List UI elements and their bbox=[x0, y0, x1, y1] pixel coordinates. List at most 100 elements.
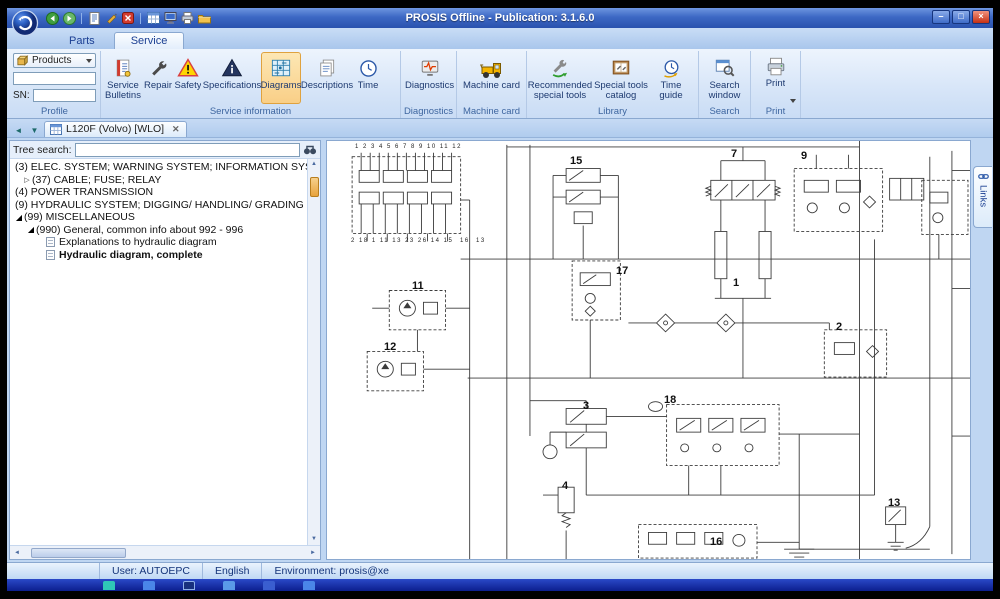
tree-items: (3) ELEC. SYSTEM; WARNING SYSTEM; INFORM… bbox=[10, 159, 307, 545]
scroll-down-icon[interactable]: ▼ bbox=[311, 534, 317, 545]
tab-list-icon[interactable]: ▼ bbox=[28, 124, 41, 137]
tree-item-elec-system[interactable]: (3) ELEC. SYSTEM; WARNING SYSTEM; INFORM… bbox=[10, 161, 307, 174]
search-window-button[interactable]: Search window bbox=[701, 52, 748, 104]
taskbar-icon[interactable] bbox=[303, 581, 315, 590]
maximize-button[interactable]: □ bbox=[952, 10, 970, 24]
back-icon[interactable] bbox=[45, 12, 59, 25]
document-tab-bar: ◄ ▼ L120F (Volvo) [WLO] ✕ bbox=[7, 119, 993, 138]
tree-item-power-transmission[interactable]: (4) POWER TRANSMISSION bbox=[10, 186, 307, 199]
expander-expanded-icon[interactable]: ◢ bbox=[14, 213, 24, 222]
repair-button[interactable]: Repair bbox=[143, 52, 173, 104]
tab-scroll-left-icon[interactable]: ◄ bbox=[12, 124, 25, 137]
diagram-port-numbers-top: 1 2 3 4 5 6 7 8 9 10 11 12 bbox=[355, 144, 462, 150]
recommended-special-tools-button[interactable]: Recommended special tools bbox=[529, 52, 591, 104]
service-bulletins-button[interactable]: Service Bulletins bbox=[103, 52, 143, 104]
print-dropdown-caret-icon bbox=[790, 99, 796, 103]
diagram-component-label: 7 bbox=[731, 148, 737, 160]
descriptions-button[interactable]: Descriptions bbox=[301, 52, 353, 104]
wrench-icon bbox=[148, 55, 168, 81]
horizontal-scroll-thumb[interactable] bbox=[31, 548, 126, 558]
tree-search-input[interactable] bbox=[75, 143, 300, 157]
tree-item-explanations[interactable]: Explanations to hydraulic diagram bbox=[10, 236, 307, 249]
tab-service[interactable]: Service bbox=[114, 32, 185, 49]
ribbon-group-print: Print Print bbox=[751, 51, 801, 118]
profile-filter-input[interactable] bbox=[13, 72, 96, 85]
tree-vertical-scrollbar[interactable]: ▲ ▼ bbox=[307, 159, 320, 545]
print-button[interactable]: Print bbox=[753, 52, 798, 104]
sn-label: SN: bbox=[13, 90, 30, 101]
tree-item-general-common-info[interactable]: ◢ (990) General, common info about 992 -… bbox=[10, 224, 307, 237]
products-dropdown[interactable]: Products bbox=[13, 53, 96, 68]
diagram-component-label: 1 bbox=[733, 277, 739, 289]
taskbar-icon[interactable] bbox=[143, 581, 155, 590]
scroll-up-icon[interactable]: ▲ bbox=[311, 159, 317, 170]
time-guide-button[interactable]: Time guide bbox=[651, 52, 691, 104]
diagram-component-label: 13 bbox=[888, 497, 900, 509]
time-button[interactable]: Time bbox=[353, 52, 383, 104]
specifications-button[interactable]: Specifications bbox=[203, 52, 261, 104]
diagrams-button[interactable]: Diagrams bbox=[261, 52, 301, 104]
taskbar-icon[interactable] bbox=[103, 581, 115, 590]
diagram-component-label: 18 bbox=[664, 394, 676, 406]
tools-arrow-icon bbox=[549, 55, 571, 81]
expander-collapsed-icon[interactable]: ▷ bbox=[22, 176, 32, 184]
document-tab-l120f[interactable]: L120F (Volvo) [WLO] ✕ bbox=[44, 121, 187, 137]
diagram-component-label: 16 bbox=[710, 536, 722, 548]
group-label-search: Search bbox=[699, 106, 750, 117]
taskbar-icon[interactable] bbox=[183, 581, 195, 590]
machine-card-button[interactable]: Machine card bbox=[459, 52, 524, 104]
minimize-button[interactable]: – bbox=[932, 10, 950, 24]
windows-taskbar[interactable] bbox=[7, 579, 993, 591]
info-triangle-icon bbox=[221, 55, 243, 81]
diagram-viewer[interactable]: 1 2 3 4 5 6 7 8 9 10 11 12 2 18 1 11 13 … bbox=[326, 140, 971, 560]
search-window-icon bbox=[714, 55, 736, 81]
catalog-book-icon bbox=[610, 55, 632, 81]
data-table-icon[interactable] bbox=[146, 12, 160, 25]
taskbar-icon[interactable] bbox=[263, 581, 275, 590]
diagram-component-label: 17 bbox=[616, 265, 628, 277]
diagram-component-label: 9 bbox=[801, 150, 807, 162]
status-bar: User: AUTOEPC English Environment: prosi… bbox=[7, 562, 993, 579]
links-label: Links bbox=[978, 185, 989, 207]
vertical-scroll-thumb[interactable] bbox=[310, 177, 319, 197]
bulletin-page-icon[interactable] bbox=[87, 12, 101, 25]
scroll-right-icon[interactable]: ► bbox=[307, 550, 319, 556]
binoculars-search-icon[interactable] bbox=[303, 144, 317, 156]
tree-item-hydraulic-diagram-complete[interactable]: Hydraulic diagram, complete bbox=[10, 249, 307, 262]
computer-icon[interactable] bbox=[163, 12, 177, 25]
special-tools-catalog-button[interactable]: Special tools catalog bbox=[591, 52, 651, 104]
sn-input[interactable] bbox=[33, 89, 96, 102]
tree-item-miscellaneous[interactable]: ◢ (99) MISCELLANEOUS bbox=[10, 211, 307, 224]
title-bar[interactable]: PROSIS Offline - Publication: 3.1.6.0 – … bbox=[7, 8, 993, 28]
diagnostics-button[interactable]: Diagnostics bbox=[403, 52, 456, 104]
tree-item-cable-fuse-relay[interactable]: ▷ (37) CABLE; FUSE; RELAY bbox=[10, 174, 307, 187]
group-label-machine-card: Machine card bbox=[457, 106, 526, 117]
folder-icon[interactable] bbox=[197, 12, 211, 25]
app-logo-icon[interactable] bbox=[11, 9, 39, 37]
diagram-component-label: 11 bbox=[412, 280, 424, 292]
forward-icon[interactable] bbox=[62, 12, 76, 25]
diagram-port-numbers-bottom: 2 18 1 11 13 23 26 14 15 bbox=[351, 238, 453, 244]
document-icon bbox=[46, 250, 55, 260]
links-side-strip: Links bbox=[971, 140, 993, 560]
ribbon-tab-bar: Parts Service bbox=[7, 28, 993, 49]
link-icon bbox=[978, 171, 989, 182]
tree-search-label: Tree search: bbox=[13, 144, 72, 156]
stop-icon[interactable] bbox=[121, 12, 135, 25]
printer-icon[interactable] bbox=[180, 12, 194, 25]
edit-pencil-icon[interactable] bbox=[104, 12, 118, 25]
tab-parts[interactable]: Parts bbox=[53, 33, 111, 49]
wheel-loader-icon bbox=[480, 55, 504, 81]
close-button[interactable]: × bbox=[972, 10, 990, 24]
ribbon: Products SN: Profile Service Bulletins bbox=[7, 49, 993, 119]
group-label-service-information: Service information bbox=[101, 106, 400, 117]
taskbar-icon[interactable] bbox=[223, 581, 235, 590]
tab-close-icon[interactable]: ✕ bbox=[172, 124, 180, 135]
expander-expanded-icon[interactable]: ◢ bbox=[26, 225, 36, 234]
tree-item-hydraulic-system[interactable]: (9) HYDRAULIC SYSTEM; DIGGING/ HANDLING/… bbox=[10, 199, 307, 212]
tree-horizontal-scrollbar[interactable]: ◄ ► bbox=[10, 545, 320, 559]
navigation-tree-panel: Tree search: (3) ELEC. SYSTEM; WARNING S… bbox=[9, 140, 321, 560]
scroll-left-icon[interactable]: ◄ bbox=[11, 550, 23, 556]
links-tab[interactable]: Links bbox=[973, 166, 992, 228]
safety-button[interactable]: Safety bbox=[173, 52, 203, 104]
